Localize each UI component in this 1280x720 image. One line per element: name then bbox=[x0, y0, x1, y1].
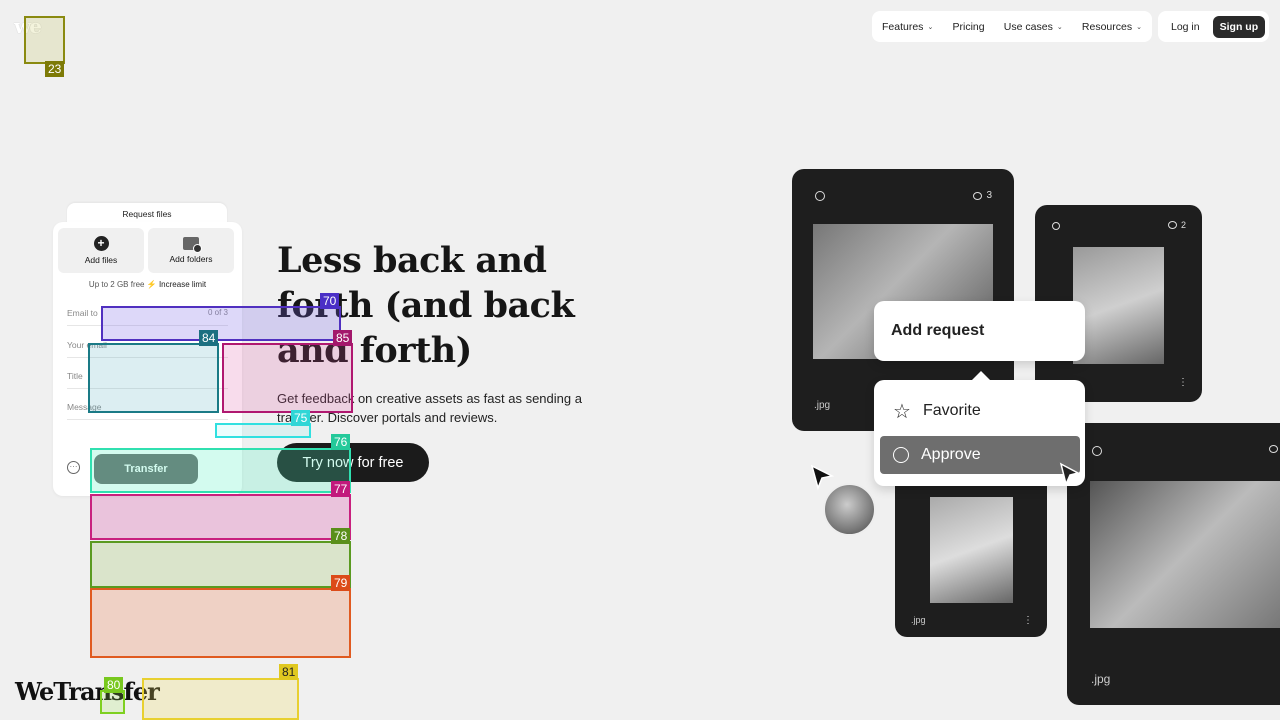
nav-resources-label: Resources bbox=[1081, 20, 1133, 33]
add-files-label: Add files bbox=[84, 255, 118, 265]
menu-item-approve-label: Approve bbox=[921, 446, 981, 463]
menu-notch bbox=[971, 371, 991, 381]
auth-nav: Log in Sign up bbox=[1158, 11, 1269, 42]
overlay-box bbox=[88, 343, 219, 413]
photo-handbag bbox=[1090, 481, 1280, 628]
brand-wordmark[interactable]: WeTransfer bbox=[15, 677, 160, 706]
nav-use-cases-label: Use cases bbox=[1003, 20, 1053, 33]
asset-card-4[interactable]: .jpg bbox=[1067, 423, 1280, 705]
overlay-box bbox=[90, 588, 351, 658]
overlay-tag: 81 bbox=[279, 664, 299, 680]
check-circle-icon bbox=[815, 191, 825, 201]
main-nav: Features ⌄ Pricing Use cases ⌄ Resources ⌄ bbox=[872, 11, 1152, 42]
overlay-box bbox=[24, 16, 65, 64]
overlay-box bbox=[90, 541, 351, 588]
nav-pricing[interactable]: Pricing bbox=[953, 21, 985, 33]
overlay-tag: 76 bbox=[331, 434, 351, 450]
chevron-down-icon: ⌄ bbox=[1136, 23, 1142, 31]
comment-count-value: 3 bbox=[986, 190, 992, 201]
file-extension: .jpg bbox=[814, 400, 831, 411]
comment-icon bbox=[973, 191, 983, 200]
file-extension: .jpg bbox=[911, 615, 926, 625]
limit-text: Up to 2 GB free bbox=[88, 280, 145, 289]
photo-model bbox=[1073, 247, 1164, 364]
nav-features[interactable]: Features ⌄ bbox=[882, 21, 933, 33]
kebab-icon[interactable]: ⋮ bbox=[1023, 615, 1033, 626]
overlay-tag: 78 bbox=[331, 528, 351, 544]
more-options-icon[interactable]: ··· bbox=[67, 461, 80, 474]
comment-icon-wrapper bbox=[1269, 445, 1278, 453]
asset-card-3[interactable]: .jpg ⋮ bbox=[895, 470, 1047, 637]
comment-count-value: 2 bbox=[1180, 220, 1186, 230]
limit-info: Up to 2 GB free ⚡ Increase limit bbox=[53, 280, 242, 289]
menu-item-approve[interactable]: Approve bbox=[880, 436, 1080, 474]
overlay-tag: 77 bbox=[331, 481, 351, 497]
add-files-button[interactable]: + Add files bbox=[58, 228, 144, 273]
folder-icon bbox=[183, 237, 202, 253]
check-circle-icon bbox=[1052, 222, 1060, 230]
overlay-tag: 23 bbox=[45, 61, 65, 77]
nav-pricing-label: Pricing bbox=[952, 20, 985, 33]
chevron-down-icon: ⌄ bbox=[927, 23, 934, 31]
comment-count: 3 bbox=[973, 190, 992, 201]
overlay-tag: 79 bbox=[331, 575, 351, 591]
add-folders-label: Add folders bbox=[169, 254, 213, 264]
overlay-box bbox=[222, 343, 353, 413]
overlay-box bbox=[90, 494, 351, 540]
overlay-box bbox=[101, 306, 341, 341]
overlay-tag: 75 bbox=[291, 410, 311, 426]
cursor-icon bbox=[1059, 462, 1081, 487]
add-folders-button[interactable]: Add folders bbox=[148, 228, 234, 273]
email-to-placeholder: Email to bbox=[67, 308, 98, 318]
bolt-icon: ⚡ bbox=[146, 280, 157, 289]
check-circle-icon bbox=[893, 447, 909, 463]
check-circle-icon bbox=[1092, 446, 1102, 456]
overlay-box bbox=[142, 678, 299, 720]
comment-count: 2 bbox=[1167, 220, 1186, 230]
overlay-tag: 80 bbox=[104, 677, 124, 693]
nav-use-cases[interactable]: Use cases ⌄ bbox=[1004, 21, 1063, 33]
overlay-box bbox=[100, 690, 125, 714]
chevron-down-icon: ⌄ bbox=[1056, 23, 1063, 31]
menu-item-favorite-label: Favorite bbox=[922, 402, 981, 419]
file-extension: .jpg bbox=[1091, 672, 1111, 686]
photo-model bbox=[930, 497, 1013, 603]
plus-icon: + bbox=[93, 236, 109, 251]
nav-features-label: Features bbox=[882, 20, 924, 33]
menu-item-favorite[interactable]: ☆ Favorite bbox=[880, 392, 1080, 430]
comment-icon bbox=[1167, 221, 1177, 229]
login-button[interactable]: Log in bbox=[1164, 16, 1207, 38]
overlay-box bbox=[90, 448, 351, 493]
signup-button[interactable]: Sign up bbox=[1212, 15, 1266, 38]
overlay-tag: 84 bbox=[199, 330, 219, 346]
nav-resources[interactable]: Resources ⌄ bbox=[1082, 21, 1142, 33]
add-request-popup[interactable]: Add request bbox=[874, 301, 1085, 361]
overlay-tag: 85 bbox=[333, 330, 353, 346]
kebab-icon[interactable]: ⋮ bbox=[1178, 377, 1188, 388]
overlay-tag: 70 bbox=[320, 293, 340, 309]
increase-limit-link[interactable]: Increase limit bbox=[159, 280, 206, 289]
comment-icon bbox=[1269, 445, 1278, 453]
star-icon: ☆ bbox=[893, 400, 911, 423]
cursor-icon bbox=[810, 464, 835, 491]
review-menu: ☆ Favorite Approve bbox=[874, 371, 1085, 486]
